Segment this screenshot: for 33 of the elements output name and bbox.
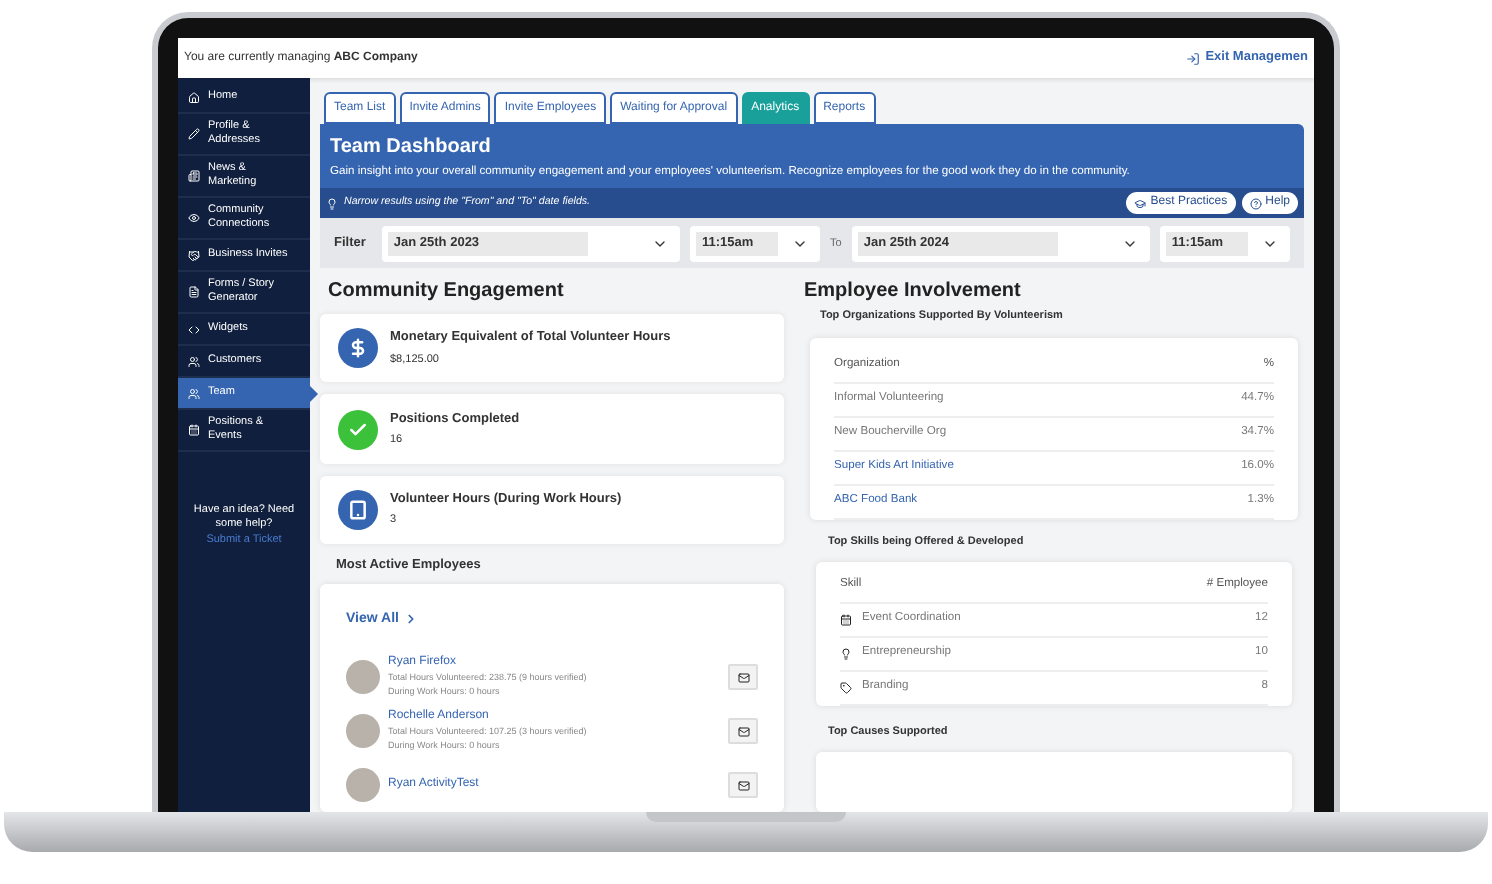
code-icon bbox=[188, 323, 200, 335]
message-button[interactable] bbox=[728, 718, 758, 744]
avatar bbox=[346, 768, 380, 802]
avatar bbox=[346, 660, 380, 694]
section-heading: Employee Involvement bbox=[804, 278, 1023, 307]
calendar-icon bbox=[840, 613, 852, 626]
document-icon bbox=[188, 286, 200, 298]
users-icon bbox=[188, 355, 200, 367]
mail-icon bbox=[737, 779, 749, 791]
message-button[interactable] bbox=[728, 664, 758, 690]
eye-icon bbox=[188, 212, 200, 224]
mail-icon bbox=[737, 725, 749, 737]
mail-icon bbox=[737, 671, 749, 683]
help-icon bbox=[1249, 197, 1262, 210]
calendar-icon bbox=[188, 424, 200, 436]
home-icon bbox=[188, 91, 200, 103]
graduation-cap-icon bbox=[1134, 197, 1147, 210]
chevron-right-icon bbox=[404, 612, 419, 627]
newspaper-icon bbox=[188, 170, 200, 182]
users-icon bbox=[188, 387, 200, 399]
exit-icon bbox=[1185, 51, 1200, 65]
lightbulb-icon bbox=[326, 197, 338, 210]
avatar bbox=[346, 714, 380, 748]
check-icon bbox=[338, 409, 378, 450]
tablet-icon bbox=[338, 489, 378, 530]
dollar-icon bbox=[338, 328, 378, 369]
pencil-icon bbox=[188, 128, 200, 140]
handshake-icon bbox=[188, 249, 200, 261]
tag-icon bbox=[840, 681, 852, 694]
lightbulb-icon bbox=[840, 647, 852, 660]
message-button[interactable] bbox=[728, 772, 758, 798]
section-heading: Community Engagement bbox=[326, 278, 566, 307]
dashboard-title: Team Dashboard bbox=[330, 134, 493, 160]
